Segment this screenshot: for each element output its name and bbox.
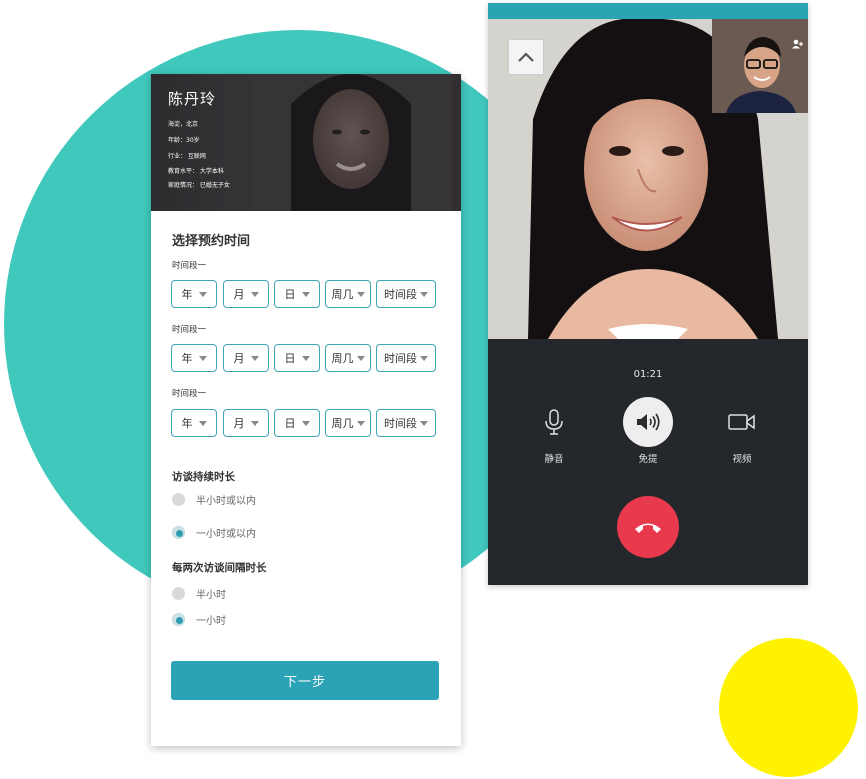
duration-option-half-hour[interactable]: 半小时或以内 — [172, 492, 256, 507]
month-select[interactable]: 月 — [223, 280, 269, 308]
day-select-value: 日 — [284, 288, 296, 301]
day-select[interactable]: 日 — [274, 280, 320, 308]
radio-label: 半小时或以内 — [196, 496, 256, 507]
slot-label: 时间段一 — [172, 389, 207, 399]
radio-label: 一小时或以内 — [196, 529, 256, 540]
speaker-control[interactable]: 免提 — [613, 397, 683, 465]
day-select-value: 日 — [284, 417, 296, 430]
microphone-icon — [545, 409, 563, 435]
month-select-value: 月 — [233, 417, 245, 430]
status-bar — [488, 3, 808, 19]
caret-down-icon — [356, 291, 365, 297]
caret-down-icon — [250, 420, 259, 426]
year-select[interactable]: 年 — [171, 280, 217, 308]
caret-down-icon — [250, 291, 259, 297]
radio-label: 一小时 — [196, 616, 226, 627]
period-select[interactable]: 时间段 — [376, 280, 436, 308]
duration-option-one-hour[interactable]: 一小时或以内 — [172, 525, 256, 540]
hang-up-button[interactable] — [617, 496, 679, 558]
mute-label: 静音 — [544, 454, 564, 465]
profile-education: 教育水平： 大学本科 — [168, 168, 224, 175]
weekday-select[interactable]: 周几 — [325, 409, 371, 437]
video-camera-icon — [728, 414, 755, 430]
duration-title: 访谈持续时长 — [172, 471, 235, 483]
profile-age: 年龄：30岁 — [168, 137, 200, 144]
slot-label: 时间段一 — [172, 261, 207, 271]
speaker-button[interactable] — [623, 397, 673, 447]
profile-family: 家庭情况： 已婚无子女 — [168, 182, 230, 189]
year-select-value: 年 — [181, 288, 193, 301]
next-step-button[interactable]: 下一步 — [171, 661, 439, 700]
hang-up-icon — [635, 523, 661, 533]
interval-title: 每两次访谈间隔时长 — [172, 562, 267, 574]
period-select-value: 时间段 — [384, 288, 417, 301]
caret-down-icon — [420, 420, 428, 426]
self-preview-video[interactable] — [712, 19, 808, 113]
year-select[interactable]: 年 — [171, 409, 217, 437]
caret-down-icon — [250, 355, 259, 361]
caret-down-icon — [301, 355, 310, 361]
collapse-button[interactable] — [508, 39, 544, 75]
caret-down-icon — [356, 355, 365, 361]
interval-option-half-hour[interactable]: 半小时 — [172, 586, 226, 601]
slot-select-row: 年 月 日 周几 时间段 — [171, 409, 437, 439]
caret-down-icon — [198, 420, 207, 426]
profile-industry: 行业： 互联网 — [168, 153, 206, 160]
weekday-select[interactable]: 周几 — [325, 344, 371, 372]
radio-button-checked[interactable] — [172, 613, 185, 626]
radio-label: 半小时 — [196, 590, 226, 601]
speaker-label: 免提 — [638, 454, 658, 465]
period-select-value: 时间段 — [384, 352, 417, 365]
self-video-feed — [712, 19, 808, 113]
period-select-value: 时间段 — [384, 417, 417, 430]
appointment-form-screen: 陈丹玲 海淀，北京 年龄：30岁 行业： 互联网 教育水平： 大学本科 家庭情况… — [151, 74, 461, 746]
slot-select-row: 年 月 日 周几 时间段 — [171, 344, 437, 374]
weekday-select-value: 周几 — [331, 288, 354, 301]
yellow-decor-circle — [719, 638, 858, 777]
caret-down-icon — [301, 291, 310, 297]
year-select-value: 年 — [181, 417, 193, 430]
remote-video — [488, 19, 808, 339]
year-select[interactable]: 年 — [171, 344, 217, 372]
month-select[interactable]: 月 — [223, 409, 269, 437]
profile-location: 海淀，北京 — [168, 121, 199, 128]
day-select[interactable]: 日 — [274, 344, 320, 372]
day-select-value: 日 — [284, 352, 296, 365]
period-select[interactable]: 时间段 — [376, 344, 436, 372]
caret-down-icon — [198, 291, 207, 297]
day-select[interactable]: 日 — [274, 409, 320, 437]
month-select-value: 月 — [233, 352, 245, 365]
interval-option-one-hour[interactable]: 一小时 — [172, 612, 226, 627]
radio-button[interactable] — [172, 587, 185, 600]
mute-control[interactable]: 静音 — [519, 397, 589, 465]
caret-down-icon — [301, 420, 310, 426]
caret-down-icon — [420, 355, 428, 361]
profile-header: 陈丹玲 海淀，北京 年龄：30岁 行业： 互联网 教育水平： 大学本科 家庭情况… — [151, 74, 461, 211]
caret-down-icon — [198, 355, 207, 361]
form-title: 选择预约时间 — [172, 234, 251, 249]
call-controls-panel: 01:21 静音 免提 视频 — [488, 339, 808, 585]
month-select-value: 月 — [233, 288, 245, 301]
caret-down-icon — [420, 291, 428, 297]
weekday-select-value: 周几 — [331, 352, 354, 365]
slot-label: 时间段一 — [172, 325, 207, 335]
month-select[interactable]: 月 — [223, 344, 269, 372]
radio-button[interactable] — [172, 493, 185, 506]
video-call-screen: 01:21 静音 免提 视频 — [488, 3, 808, 585]
call-timer: 01:21 — [633, 369, 663, 380]
profile-name: 陈丹玲 — [168, 90, 217, 108]
caret-down-icon — [356, 420, 365, 426]
video-control[interactable]: 视频 — [707, 397, 777, 465]
video-label: 视频 — [732, 454, 752, 465]
year-select-value: 年 — [181, 352, 193, 365]
slot-select-row: 年 月 日 周几 时间段 — [171, 280, 437, 310]
chevron-up-icon — [518, 52, 534, 62]
period-select[interactable]: 时间段 — [376, 409, 436, 437]
add-user-icon[interactable] — [792, 39, 804, 49]
weekday-select-value: 周几 — [331, 417, 354, 430]
speaker-icon — [637, 413, 660, 431]
radio-button-checked[interactable] — [172, 526, 185, 539]
weekday-select[interactable]: 周几 — [325, 280, 371, 308]
